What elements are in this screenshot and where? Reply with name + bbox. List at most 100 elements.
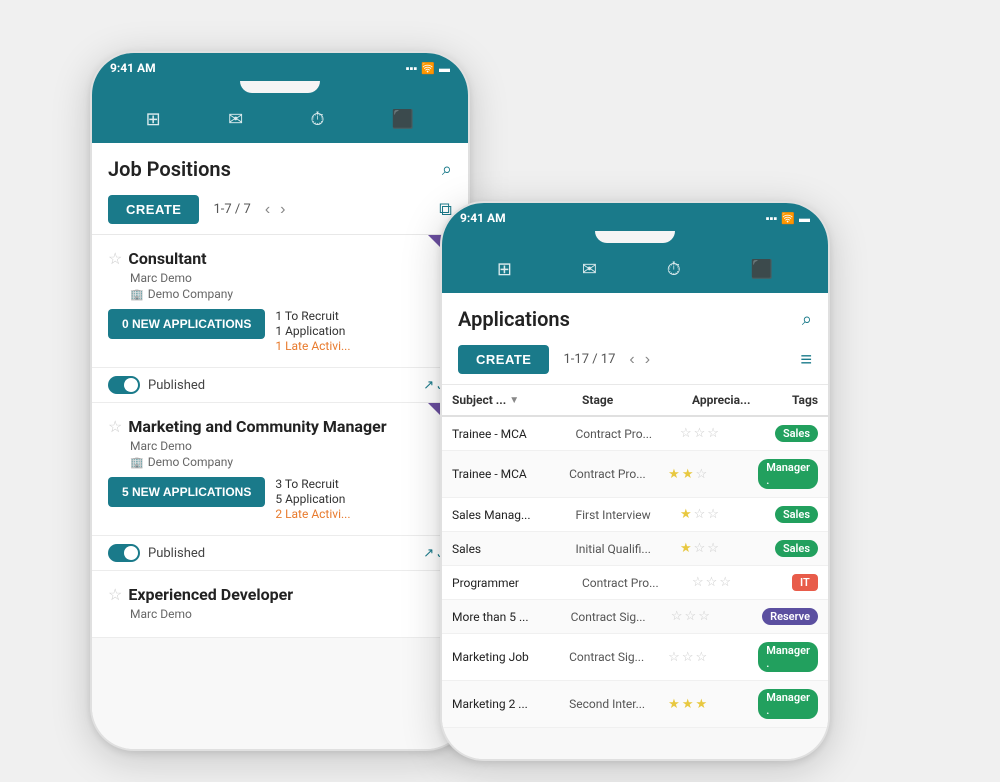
tag-manager-1: Manager . [758,459,818,489]
chat-nav-icon-2[interactable]: ✉ [582,259,597,280]
col-header-tags: Tags [792,393,818,407]
phone1-next-btn[interactable]: › [276,199,289,221]
published-label-2: Published [148,546,205,561]
published-toggle-1[interactable] [108,376,140,394]
job-card-consultant: ☆ Consultant Marc Demo 🏢 Demo Company 0 … [92,235,468,368]
table-row[interactable]: Trainee - MCA Contract Pro... ☆ ☆ ☆ Sale… [442,417,828,451]
star-7-2: ★ [682,697,694,712]
phone2-page-title: Applications [458,307,570,331]
phone1-pagination: 1-7 / 7 [213,202,250,217]
phone2-time: 9:41 AM [460,211,506,225]
job-card-experienced: ☆ Experienced Developer Marc Demo [92,571,468,638]
company-name-marketing: Demo Company [148,455,233,469]
phone1-prev-btn[interactable]: ‹ [261,199,274,221]
cell-tags-4: IT [792,574,818,591]
star-2-3: ☆ [707,507,719,522]
job-responsible-experienced: Marc Demo [108,607,452,621]
phone1-nav-bar: ⊞ ✉ ⏱ ⬛ [92,95,468,143]
phone2-status-bar: 9:41 AM ▪▪▪ 🛜 ▬ [442,203,828,231]
phone2-next-btn[interactable]: › [641,349,654,371]
sort-subject-icon[interactable]: ▼ [509,395,519,406]
job-company-consultant: 🏢 Demo Company [108,287,452,301]
clock-nav-icon-2[interactable]: ⏱ [667,259,681,280]
grid-nav-icon-2[interactable]: ⊞ [497,259,512,280]
job-header-marketing: ☆ Marketing and Community Manager [108,417,452,436]
new-apps-btn-consultant[interactable]: 0 NEW APPLICATIONS [108,309,265,339]
star-0-3: ☆ [707,426,719,441]
table-row[interactable]: More than 5 ... Contract Sig... ☆ ☆ ☆ Re… [442,600,828,634]
job-body-consultant: 0 NEW APPLICATIONS 1 To Recruit 1 Applic… [108,309,452,353]
cell-stars-6: ☆ ☆ ☆ [668,650,758,665]
phone2-notch-bar [442,231,828,245]
phone1-status-bar: 9:41 AM ▪▪▪ 🛜 ▬ [92,53,468,81]
table-row[interactable]: Marketing Job Contract Sig... ☆ ☆ ☆ Mana… [442,634,828,681]
apps-stat-consultant: 1 Application [275,324,350,338]
cell-stars-7: ★ ★ ★ [668,697,758,712]
late-stat-consultant: 1 Late Activi... [275,339,350,353]
job-title-marketing: Marketing and Community Manager [128,417,386,436]
battery-icon: ▬ [439,62,450,75]
table-row[interactable]: Marketing 2 ... Second Inter... ★ ★ ★ Ma… [442,681,828,728]
cell-stage-2: First Interview [575,508,679,522]
cell-subject-7: Marketing 2 ... [452,697,569,711]
phone1-page-header: Job Positions ⌕ [92,143,468,191]
tag-manager-7: Manager . [758,689,818,719]
cell-stars-0: ☆ ☆ ☆ [680,426,775,441]
recruit-stat-marketing: 3 To Recruit [275,477,350,491]
star-consultant[interactable]: ☆ [108,249,122,268]
cell-stars-4: ☆ ☆ ☆ [692,575,792,590]
cell-tags-1: Manager . [758,459,818,489]
cell-stage-4: Contract Pro... [582,576,692,590]
star-marketing[interactable]: ☆ [108,417,122,436]
published-label-1: Published [148,378,205,393]
table-row[interactable]: Trainee - MCA Contract Pro... ★ ★ ☆ Mana… [442,451,828,498]
cell-stars-3: ★ ☆ ☆ [680,541,775,556]
star-5-1: ☆ [671,609,683,624]
published-toggle-2[interactable] [108,544,140,562]
phone1-search-btn[interactable]: ⌕ [442,159,452,180]
phone2-list-icon[interactable]: ≡ [800,347,812,372]
star-4-2: ☆ [706,575,718,590]
phone2-table-content: Trainee - MCA Contract Pro... ☆ ☆ ☆ Sale… [442,417,828,759]
cell-tags-7: Manager . [758,689,818,719]
phone2-pagination-btns: ‹ › [625,349,654,371]
layout-nav-icon[interactable]: ⬛ [392,109,414,130]
layout-nav-icon-2[interactable]: ⬛ [751,259,773,280]
phone2-search-btn[interactable]: ⌕ [802,309,812,330]
star-6-2: ☆ [682,650,694,665]
wifi-icon-2: 🛜 [781,212,795,225]
building-icon-consultant: 🏢 [130,288,144,301]
cell-stage-6: Contract Sig... [569,650,668,664]
phone2-create-btn[interactable]: CREATE [458,345,549,374]
recruit-stat-consultant: 1 To Recruit [275,309,350,323]
clock-nav-icon[interactable]: ⏱ [311,109,325,130]
star-6-3: ☆ [695,650,707,665]
star-1-3: ☆ [695,467,707,482]
cell-tags-6: Manager . [758,642,818,672]
phone1-status-icons: ▪▪▪ 🛜 ▬ [406,62,450,75]
job-responsible-marketing: Marc Demo [108,439,452,453]
star-1-1: ★ [668,467,680,482]
phone2-prev-btn[interactable]: ‹ [625,349,638,371]
job-stats-marketing: 3 To Recruit 5 Application 2 Late Activi… [275,477,350,521]
table-row[interactable]: Sales Initial Qualifi... ★ ☆ ☆ Sales [442,532,828,566]
star-4-1: ☆ [692,575,704,590]
building-icon-marketing: 🏢 [130,456,144,469]
phone1-toolbar: CREATE 1-7 / 7 ‹ › ⧉ [92,191,468,235]
phone1-create-btn[interactable]: CREATE [108,195,199,224]
star-3-3: ☆ [707,541,719,556]
late-stat-marketing: 2 Late Activi... [275,507,350,521]
grid-nav-icon[interactable]: ⊞ [146,109,161,130]
phone2-pagination: 1-17 / 17 [563,352,615,367]
star-experienced[interactable]: ☆ [108,585,122,604]
table-row[interactable]: Programmer Contract Pro... ☆ ☆ ☆ IT [442,566,828,600]
star-7-3: ★ [695,697,707,712]
table-header: Subject ... ▼ Stage Apprecia... Tags [442,385,828,417]
col-header-subject: Subject ... ▼ [452,393,582,407]
table-row[interactable]: Sales Manag... First Interview ★ ☆ ☆ Sal… [442,498,828,532]
star-3-2: ☆ [694,541,706,556]
new-apps-btn-marketing[interactable]: 5 NEW APPLICATIONS [108,477,265,507]
cell-subject-6: Marketing Job [452,650,569,664]
tag-manager-6: Manager . [758,642,818,672]
chat-nav-icon[interactable]: ✉ [228,109,243,130]
